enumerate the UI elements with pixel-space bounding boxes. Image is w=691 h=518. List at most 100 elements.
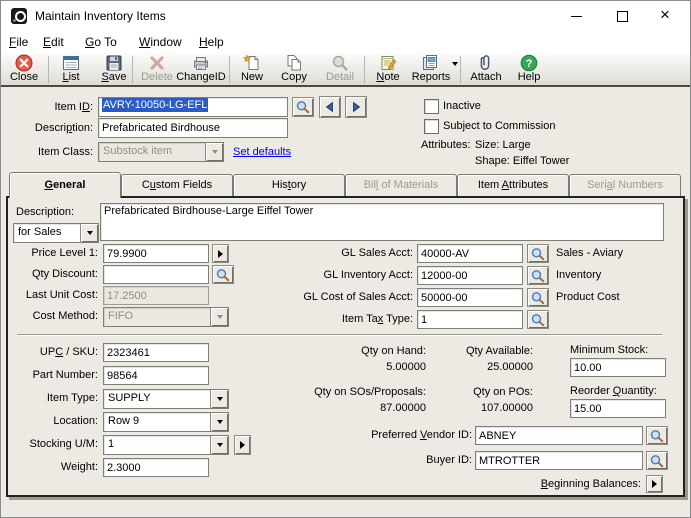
item-id-lookup-button[interactable] xyxy=(292,97,314,117)
gl-inventory-acct-input[interactable] xyxy=(417,266,523,285)
toolbar-button-attach[interactable]: Attach xyxy=(463,54,509,85)
qty-on-pos-value: 107.00000 xyxy=(433,402,533,414)
buyer-id-input[interactable] xyxy=(475,451,643,470)
gl-sales-acct-label: GL Sales Acct: xyxy=(208,247,413,259)
record-next-button[interactable] xyxy=(345,96,367,118)
close-icon xyxy=(3,54,45,72)
menu-bar: File Edit Go To Window Help xyxy=(1,31,690,53)
item-class-label: Item Class: xyxy=(1,146,93,158)
beginning-balances-label: Beginning Balances: xyxy=(488,478,641,490)
svg-text:?: ? xyxy=(526,58,533,70)
minimum-stock-label: Minimum Stock: xyxy=(570,344,648,356)
part-number-label: Part Number: xyxy=(8,369,98,381)
toolbar-button-new[interactable]: New xyxy=(232,54,272,85)
chevron-down-icon xyxy=(210,390,228,408)
inactive-label: Inactive xyxy=(443,100,481,112)
toolbar-separator xyxy=(48,56,49,83)
record-prev-button[interactable] xyxy=(319,96,341,118)
toolbar-button-copy[interactable]: Copy xyxy=(272,54,316,85)
note-icon xyxy=(367,54,409,72)
toolbar-button-reports[interactable]: Reports xyxy=(407,54,455,85)
toolbar-separator xyxy=(229,56,230,83)
sales-description-textarea[interactable]: Prefabricated Birdhouse-Large Eiffel Tow… xyxy=(100,203,664,241)
buyer-id-lookup-button[interactable] xyxy=(646,451,668,470)
menu-help[interactable]: Help xyxy=(199,35,224,49)
part-number-input[interactable] xyxy=(103,366,209,385)
stocking-um-arrow-button[interactable] xyxy=(234,435,251,455)
arrow-left-icon xyxy=(324,101,336,113)
beginning-balances-button[interactable] xyxy=(646,475,663,493)
toolbar-button-save[interactable]: Save xyxy=(93,54,135,85)
stocking-um-label: Stocking U/M: xyxy=(8,438,98,450)
qty-discount-label: Qty Discount: xyxy=(8,268,98,280)
tab-history[interactable]: History xyxy=(233,174,345,196)
reorder-quantity-input[interactable] xyxy=(570,399,666,418)
cost-method-label: Cost Method: xyxy=(8,310,98,322)
minimize-icon xyxy=(571,16,582,17)
toolbar-button-close[interactable]: Close xyxy=(3,54,45,85)
price-level-1-input[interactable] xyxy=(103,244,209,263)
tab-item-attributes[interactable]: Item Attributes xyxy=(457,174,569,196)
chevron-down-icon xyxy=(210,413,228,431)
app-icon xyxy=(11,8,27,24)
delete-icon xyxy=(135,54,179,72)
gl-sales-acct-lookup-button[interactable] xyxy=(527,244,549,263)
maximize-button[interactable] xyxy=(600,1,645,31)
item-tax-type-input[interactable] xyxy=(417,310,523,329)
toolbar-button-detail: Detail xyxy=(318,54,362,85)
upc-sku-input[interactable] xyxy=(103,343,209,362)
preferred-vendor-id-label: Preferred Vendor ID: xyxy=(308,429,472,441)
minimize-button[interactable] xyxy=(554,1,599,31)
gl-cost-of-sales-acct-input[interactable] xyxy=(417,288,523,307)
magnifier-icon xyxy=(530,269,546,283)
gl-sales-acct-input[interactable] xyxy=(417,244,523,263)
qty-on-hand-value: 5.00000 xyxy=(268,361,426,373)
sales-description-label: Description: xyxy=(16,206,74,218)
gl-cost-of-sales-acct-lookup-button[interactable] xyxy=(527,288,549,307)
chevron-down-icon xyxy=(205,143,223,161)
change-id-icon xyxy=(174,54,228,72)
menu-go-to[interactable]: Go To xyxy=(85,35,117,49)
description-mode-dropdown[interactable]: for Sales xyxy=(13,223,99,243)
menu-file[interactable]: File xyxy=(9,35,28,49)
tab-general[interactable]: General xyxy=(9,172,121,198)
section-divider xyxy=(17,334,662,336)
weight-input[interactable] xyxy=(103,458,209,477)
tab-custom-fields[interactable]: Custom Fields xyxy=(121,174,233,196)
menu-window[interactable]: Window xyxy=(139,35,182,49)
menu-edit[interactable]: Edit xyxy=(43,35,64,49)
toolbar-separator xyxy=(460,56,461,83)
set-defaults-link[interactable]: Set defaults xyxy=(233,146,291,158)
reorder-quantity-label: Reorder Quantity: xyxy=(570,385,657,397)
location-dropdown[interactable]: Row 9 xyxy=(103,412,229,432)
toolbar-separator xyxy=(132,56,133,83)
gl-inventory-acct-lookup-button[interactable] xyxy=(527,266,549,285)
close-window-button[interactable]: × xyxy=(646,1,691,31)
inactive-checkbox[interactable] xyxy=(424,99,439,114)
subject-to-commission-label: Subject to Commission xyxy=(443,120,556,132)
item-type-dropdown[interactable]: SUPPLY xyxy=(103,389,229,409)
qty-discount-input[interactable] xyxy=(103,265,209,284)
preferred-vendor-lookup-button[interactable] xyxy=(646,426,668,445)
magnifier-icon xyxy=(649,429,665,443)
toolbar-button-delete: Delete xyxy=(135,54,179,85)
upc-sku-label: UPC / SKU: xyxy=(8,346,98,358)
item-tax-type-lookup-button[interactable] xyxy=(527,310,549,329)
toolbar-button-change-id[interactable]: ChangeID xyxy=(174,54,228,85)
preferred-vendor-id-input[interactable] xyxy=(475,426,643,445)
subject-to-commission-checkbox[interactable] xyxy=(424,119,439,134)
minimum-stock-input[interactable] xyxy=(570,358,666,377)
toolbar-button-help[interactable]: ? Help xyxy=(509,54,549,85)
item-id-selected-text: AVRY-10050-LG-EFL xyxy=(102,98,208,112)
description-label: Description: xyxy=(1,122,93,134)
toolbar-button-note[interactable]: Note xyxy=(367,54,409,85)
detail-icon xyxy=(318,54,362,72)
stocking-um-dropdown[interactable]: 1 xyxy=(103,435,229,455)
item-id-input[interactable]: AVRY-10050-LG-EFL xyxy=(98,97,288,117)
maintain-inventory-items-window: Maintain Inventory Items × File Edit Go … xyxy=(0,0,691,518)
copy-icon xyxy=(272,54,316,72)
arrow-right-icon xyxy=(350,101,362,113)
toolbar-button-list[interactable]: List xyxy=(51,54,91,85)
description-input[interactable] xyxy=(98,118,288,138)
item-tax-type-label: Item Tax Type: xyxy=(208,313,413,325)
